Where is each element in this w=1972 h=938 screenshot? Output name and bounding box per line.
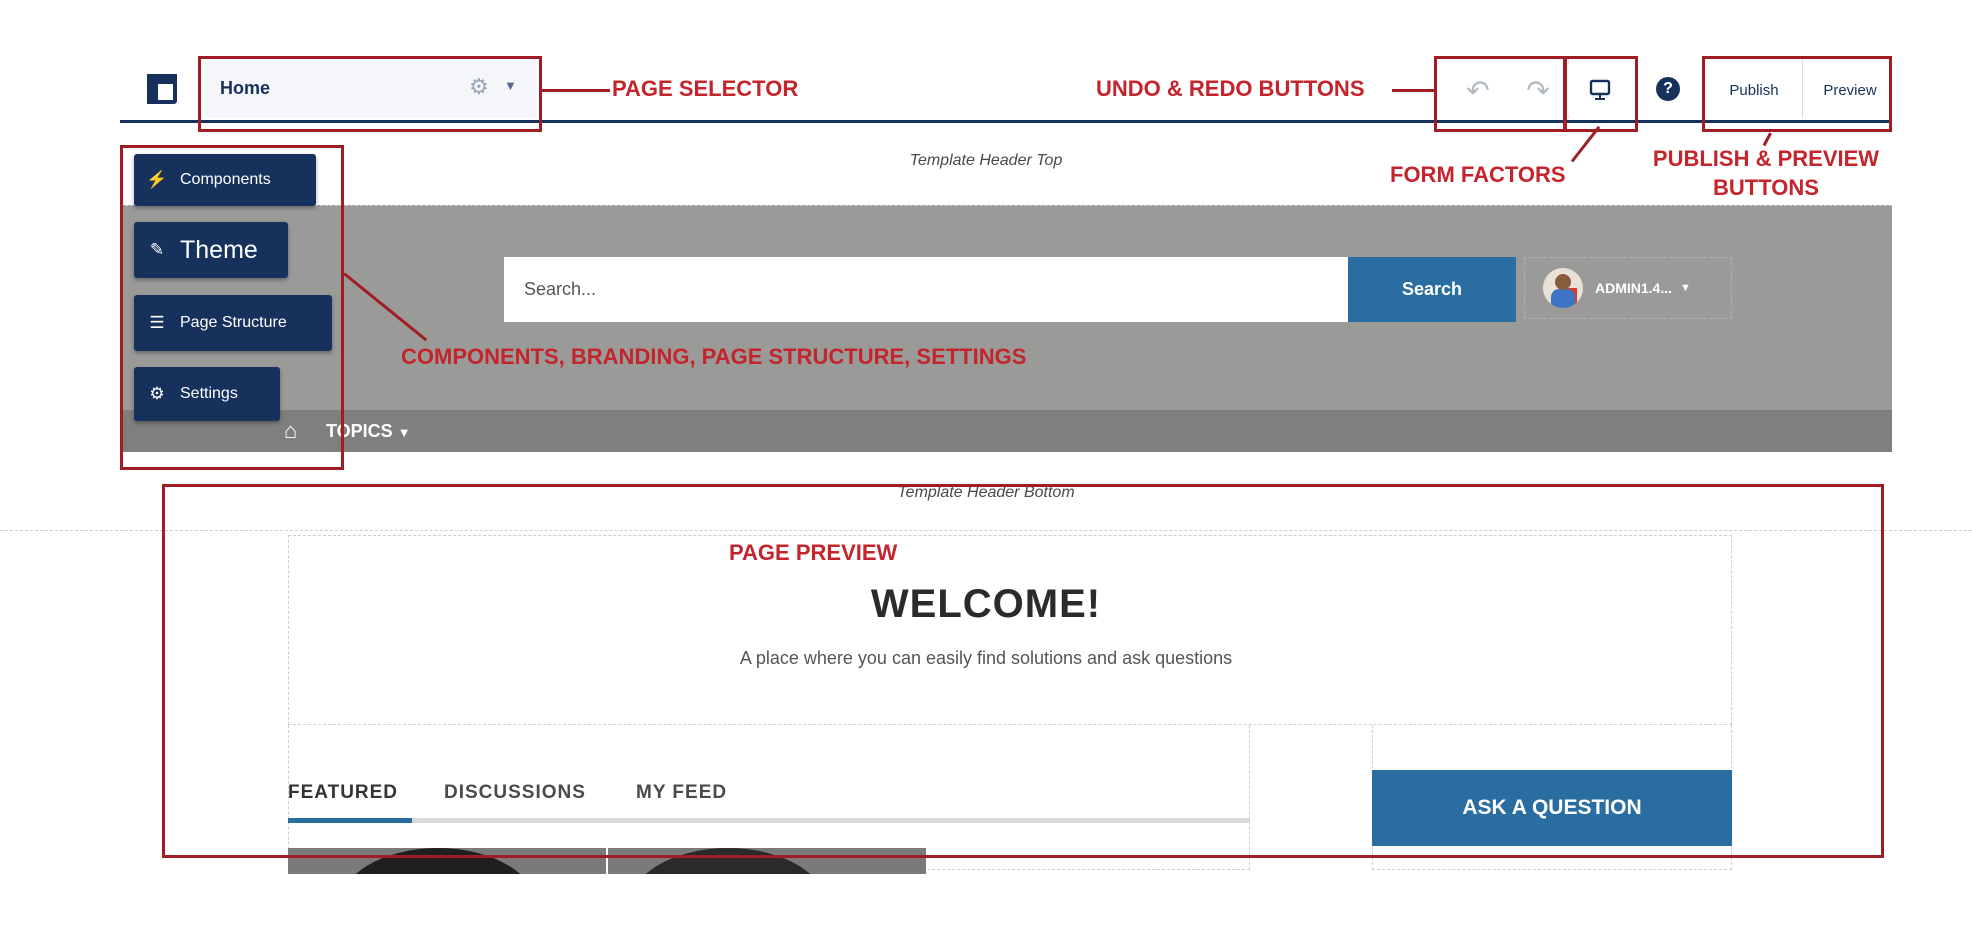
user-profile-menu[interactable]: ADMIN1.4... ▼: [1524, 257, 1732, 319]
annotation-line: [1762, 132, 1772, 147]
chevron-down-icon: ▼: [397, 425, 411, 440]
annotation-line: [542, 89, 610, 92]
annotation-publish-preview: PUBLISH & PREVIEW: [1652, 146, 1880, 171]
annotation-publish-preview-line2: BUTTONS: [1713, 175, 1819, 200]
annotation-page-selector: PAGE SELECTOR: [612, 76, 799, 101]
avatar: [1543, 268, 1583, 308]
annotation-line: [1392, 89, 1434, 92]
chevron-down-icon: ▼: [1680, 282, 1691, 294]
search-input[interactable]: [504, 257, 1348, 322]
user-name: ADMIN1.4...: [1595, 280, 1673, 296]
search-button[interactable]: Search: [1348, 257, 1516, 322]
help-icon[interactable]: ?: [1656, 77, 1680, 101]
annotation-box-form-factors: [1564, 56, 1638, 132]
annotation-form-factors: FORM FACTORS: [1390, 162, 1566, 187]
annotation-box-page-selector: [198, 56, 542, 132]
annotation-undo-redo: UNDO & REDO BUTTONS: [1096, 76, 1365, 101]
panel-toggle-icon[interactable]: [147, 74, 177, 104]
annotation-box-page-preview: [162, 484, 1884, 858]
annotation-box-undo-redo: [1434, 56, 1566, 132]
annotation-box-sidebar: [120, 145, 344, 470]
annotation-page-preview: PAGE PREVIEW: [729, 540, 898, 565]
annotation-box-publish-preview: [1702, 56, 1892, 132]
annotation-sidebar: COMPONENTS, BRANDING, PAGE STRUCTURE, SE…: [401, 344, 1027, 369]
